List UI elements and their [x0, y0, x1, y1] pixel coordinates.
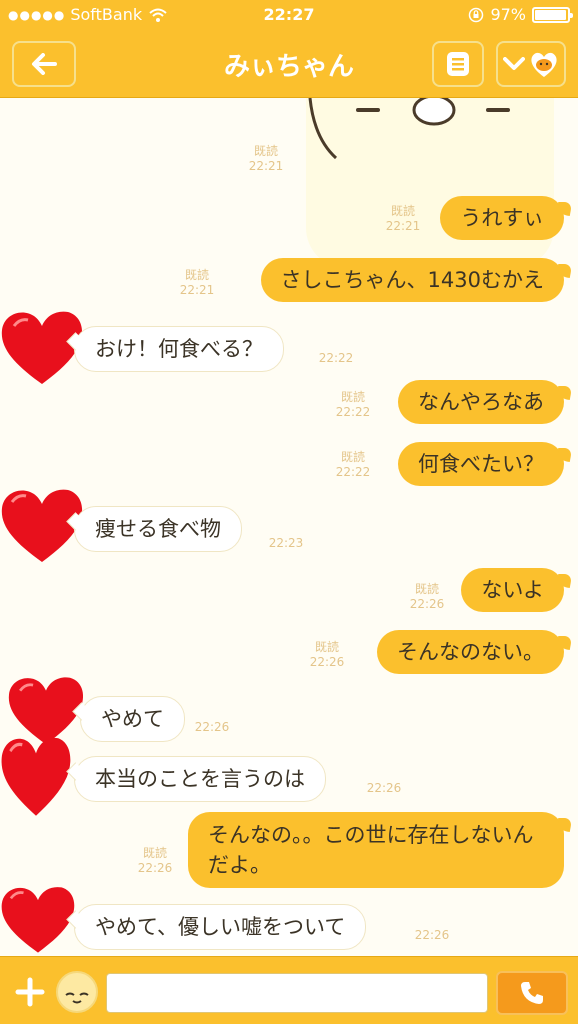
- outgoing-message[interactable]: そんなのない。: [377, 630, 564, 674]
- message-time: 22:21: [385, 219, 421, 233]
- add-attachment-button[interactable]: [8, 969, 52, 1015]
- character-face-icon: [531, 52, 557, 77]
- cat-sticker-icon: [306, 98, 554, 168]
- message-input-bar: [0, 956, 578, 1024]
- outgoing-message[interactable]: ないよ: [461, 568, 564, 612]
- list-icon: [447, 52, 469, 76]
- heart-icon: [1, 737, 71, 816]
- message-meta: 既読 22:21: [174, 268, 220, 298]
- outgoing-message[interactable]: なんやろなあ: [398, 380, 564, 424]
- read-receipt: 既読: [340, 390, 365, 404]
- status-bar: ●●●●● SoftBank 22:27 97%: [0, 0, 578, 30]
- message-time: 22:21: [179, 283, 215, 297]
- message-text: そんなの。。この世に存在しないんだよ。: [208, 823, 534, 877]
- read-receipt: 既読: [390, 204, 415, 218]
- rotation-lock-icon: [469, 7, 484, 22]
- battery-icon: [532, 6, 573, 23]
- emoji-face-icon: [65, 992, 89, 1004]
- message-text: うれすぃ: [460, 206, 544, 230]
- message-time: 22:23: [268, 536, 304, 550]
- incoming-message[interactable]: やめて: [80, 696, 185, 742]
- message-text: そんなのない。: [397, 640, 544, 664]
- incoming-message[interactable]: 本当のことを言うのは: [74, 756, 326, 802]
- sticker-button[interactable]: [56, 971, 98, 1013]
- message-meta: 既読 22:26: [404, 582, 450, 612]
- message-meta: 既読 22:26: [304, 640, 350, 670]
- message-text: ないよ: [481, 578, 544, 602]
- read-receipt: 既読: [414, 582, 439, 596]
- message-time: 22:26: [366, 781, 402, 795]
- message-input[interactable]: [106, 973, 488, 1013]
- message-text: なんやろなあ: [418, 390, 544, 414]
- outgoing-message[interactable]: そんなの。。この世に存在しないんだよ。: [188, 812, 564, 888]
- message-text: 痩せる食べ物: [95, 517, 221, 541]
- read-receipt: 既読: [340, 450, 365, 464]
- message-meta: 既読 22:22: [330, 390, 376, 420]
- chevron-down-icon: [503, 57, 525, 70]
- message-meta: 既読 22:21: [380, 204, 426, 234]
- incoming-message[interactable]: おけ！何食べる？: [74, 326, 284, 372]
- message-text: さしこちゃん、1430むかえ: [280, 268, 544, 292]
- outgoing-message[interactable]: 何食べたい？: [398, 442, 564, 486]
- message-time: 22:26: [194, 720, 230, 734]
- call-button[interactable]: [496, 971, 568, 1015]
- chat-title: みぃちゃん: [223, 52, 354, 82]
- heart-icon: [1, 311, 83, 384]
- read-receipt: 既読: [314, 640, 339, 654]
- message-meta: 既読 22:21: [238, 144, 294, 174]
- read-receipt: 既読: [253, 144, 278, 158]
- chat-history[interactable]: 既読 22:21 うれすぃ 既読 22:21 さしこちゃん、1430むかえ 既読…: [0, 98, 578, 956]
- options-dropdown-button[interactable]: [496, 41, 566, 87]
- incoming-message[interactable]: やめて、優しい嘘をついて: [74, 904, 367, 950]
- message-time: 22:26: [414, 928, 450, 942]
- read-receipt: 既読: [184, 268, 209, 282]
- message-text: おけ！何食べる？: [95, 337, 263, 361]
- message-time: 22:26: [137, 861, 173, 875]
- message-time: 22:21: [248, 159, 284, 173]
- battery-percent: 97%: [490, 5, 526, 24]
- message-text: 何食べたい？: [418, 452, 544, 476]
- message-text: やめて: [101, 707, 164, 731]
- message-time: 22:26: [409, 597, 445, 611]
- read-receipt: 既読: [142, 846, 167, 860]
- chat-header: みぃちゃん: [0, 30, 578, 98]
- outgoing-message[interactable]: さしこちゃん、1430むかえ: [260, 258, 564, 302]
- plus-icon: [15, 977, 45, 1007]
- heart-icon: [1, 887, 75, 953]
- message-text: 本当のことを言うのは: [95, 767, 305, 791]
- message-time: 22:26: [309, 655, 345, 669]
- message-time: 22:22: [318, 351, 354, 365]
- sticker-image: [306, 98, 554, 268]
- outgoing-message[interactable]: うれすぃ: [440, 196, 564, 240]
- message-text: やめて、優しい嘘をついて: [95, 915, 346, 939]
- phone-icon: [521, 982, 543, 1004]
- message-meta: 既読 22:22: [330, 450, 376, 480]
- message-time: 22:22: [335, 465, 371, 479]
- menu-button[interactable]: [432, 41, 484, 87]
- message-meta: 既読 22:26: [132, 846, 178, 876]
- message-time: 22:22: [335, 405, 371, 419]
- incoming-message[interactable]: 痩せる食べ物: [74, 506, 242, 552]
